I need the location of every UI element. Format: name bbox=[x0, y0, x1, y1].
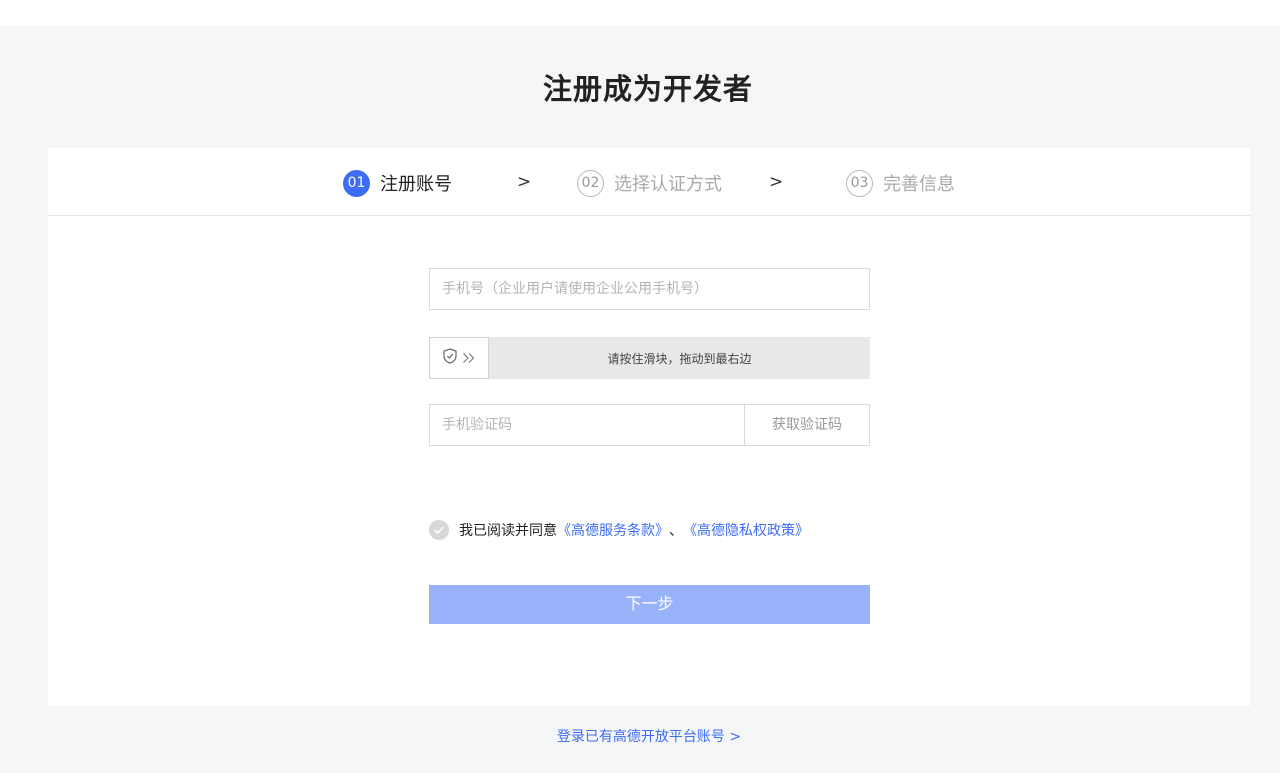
page-title: 注册成为开发者 bbox=[542, 72, 753, 106]
step-indicator: 01 注册账号 > 02 选择认证方式 > 03 完善信息 bbox=[48, 148, 1250, 216]
slider-hint: 请按住滑块，拖动到最右边 bbox=[607, 351, 752, 366]
step-separator: > bbox=[517, 172, 532, 192]
phone-input[interactable] bbox=[430, 269, 869, 309]
sms-code-row: 获取验证码 bbox=[429, 404, 870, 446]
phone-field bbox=[429, 268, 870, 310]
register-card: 01 注册账号 > 02 选择认证方式 > 03 完善信息 手机号（企业用户请使… bbox=[48, 148, 1250, 706]
agreement: 我已阅读并同意 《高德服务条款》 、 《高德隐私权政策》 bbox=[429, 518, 809, 542]
slider-handle[interactable] bbox=[429, 337, 489, 379]
agree-text: 我已阅读并同意 bbox=[459, 523, 557, 539]
step-3-label: 完善信息 bbox=[883, 174, 955, 195]
check-icon bbox=[433, 526, 445, 535]
privacy-link[interactable]: 《高德隐私权政策》 bbox=[683, 520, 809, 540]
sms-code-field bbox=[429, 404, 745, 446]
slider-captcha: 请按住滑块，拖动到最右边 bbox=[429, 337, 870, 379]
step-separator: > bbox=[769, 172, 784, 192]
step-3: 03 完善信息 bbox=[846, 169, 955, 197]
step-1-label: 注册账号 bbox=[380, 174, 452, 195]
step-1: 01 注册账号 bbox=[343, 169, 452, 197]
step-2-number: 02 bbox=[577, 169, 604, 197]
step-3-number: 03 bbox=[846, 169, 873, 197]
step-2: 02 选择认证方式 bbox=[577, 169, 722, 197]
next-button[interactable]: 下一步 bbox=[429, 585, 870, 624]
agree-checkbox[interactable] bbox=[429, 520, 449, 540]
step-2-label: 选择认证方式 bbox=[614, 174, 722, 195]
double-chevron-right-icon bbox=[462, 349, 476, 368]
top-bar bbox=[0, 0, 1280, 26]
step-1-number: 01 bbox=[343, 169, 370, 197]
get-code-button[interactable]: 获取验证码 bbox=[744, 404, 870, 446]
agree-separator: 、 bbox=[669, 523, 683, 539]
terms-link[interactable]: 《高德服务条款》 bbox=[557, 520, 669, 540]
login-existing-account-link[interactable]: 登录已有高德开放平台账号 > bbox=[0, 726, 1280, 746]
sms-code-input[interactable] bbox=[430, 405, 744, 445]
shield-check-icon bbox=[442, 348, 457, 368]
